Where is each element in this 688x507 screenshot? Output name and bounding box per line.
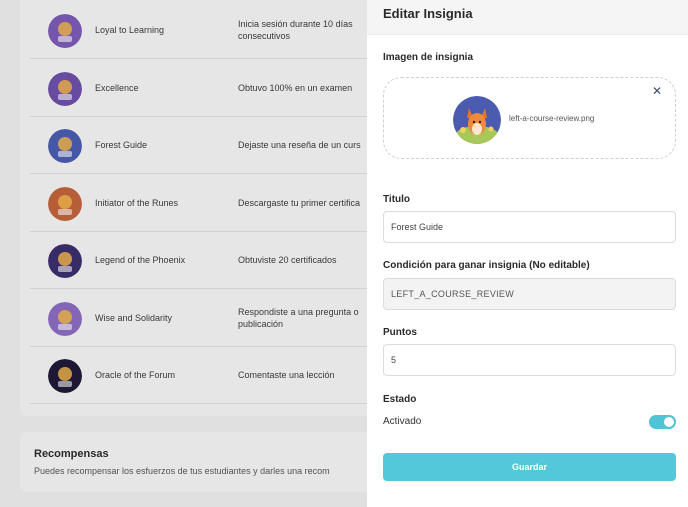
status-text: Activado bbox=[383, 416, 422, 427]
condition-label: Condición para ganar insignia (No editab… bbox=[383, 260, 590, 271]
toggle-knob bbox=[664, 417, 674, 427]
badge-thumbnail bbox=[453, 96, 501, 144]
image-filename: left-a-course-review.png bbox=[509, 114, 595, 123]
status-label: Estado bbox=[383, 394, 417, 405]
title-label: Titulo bbox=[383, 194, 411, 205]
points-input[interactable]: 5 bbox=[383, 344, 676, 376]
image-upload-area[interactable]: ✕ left-a-course-review.png bbox=[383, 77, 676, 159]
image-label: Imagen de insignia bbox=[383, 52, 474, 63]
drawer-header: Editar Insignia bbox=[367, 0, 688, 35]
save-button[interactable]: Guardar bbox=[383, 453, 676, 481]
close-icon[interactable]: ✕ bbox=[652, 84, 662, 98]
status-toggle[interactable] bbox=[649, 415, 676, 429]
drawer-title: Editar Insignia bbox=[383, 6, 473, 21]
title-input[interactable]: Forest Guide bbox=[383, 211, 676, 243]
edit-badge-drawer: Editar Insignia Imagen de insignia ✕ lef… bbox=[367, 0, 688, 507]
condition-field: LEFT_A_COURSE_REVIEW bbox=[383, 278, 676, 310]
points-label: Puntos bbox=[383, 327, 417, 338]
